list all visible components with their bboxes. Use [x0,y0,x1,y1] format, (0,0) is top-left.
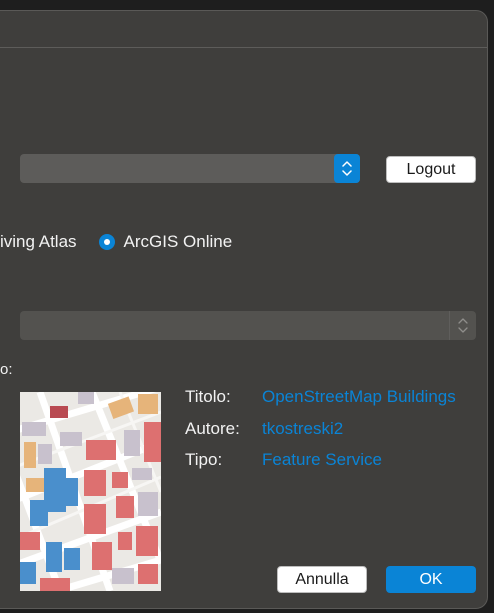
account-select[interactable] [20,154,360,183]
chevron-down-icon [458,327,468,333]
title-link[interactable]: OpenStreetMap Buildings [262,387,456,407]
titlebar-separator [0,47,487,48]
chevron-up-icon [458,318,468,324]
cancel-button[interactable]: Annulla [277,566,367,593]
account-select-stepper[interactable] [334,154,360,183]
result-section-label: o: [0,361,13,378]
radio-arcgis-online[interactable] [98,234,115,250]
title-label: Titolo: [185,387,231,406]
type-link[interactable]: Feature Service [262,450,382,470]
chevron-up-icon [342,161,352,167]
item-select-stepper[interactable] [449,311,476,340]
type-label: Tipo: [185,450,223,469]
author-link[interactable]: tkostreski2 [262,419,343,439]
author-label: Autore: [185,419,240,438]
radio-label-arcgis-online[interactable]: ArcGIS Online [124,232,233,252]
item-select[interactable] [20,311,476,340]
buildings-map-image [20,392,161,591]
ok-button[interactable]: OK [386,566,476,593]
radio-label-living-atlas[interactable]: iving Atlas [0,232,77,252]
logout-button[interactable]: Logout [386,156,476,183]
chevron-down-icon [342,170,352,176]
item-thumbnail [20,392,161,591]
source-options: iving Atlas ArcGIS Online [0,231,232,253]
